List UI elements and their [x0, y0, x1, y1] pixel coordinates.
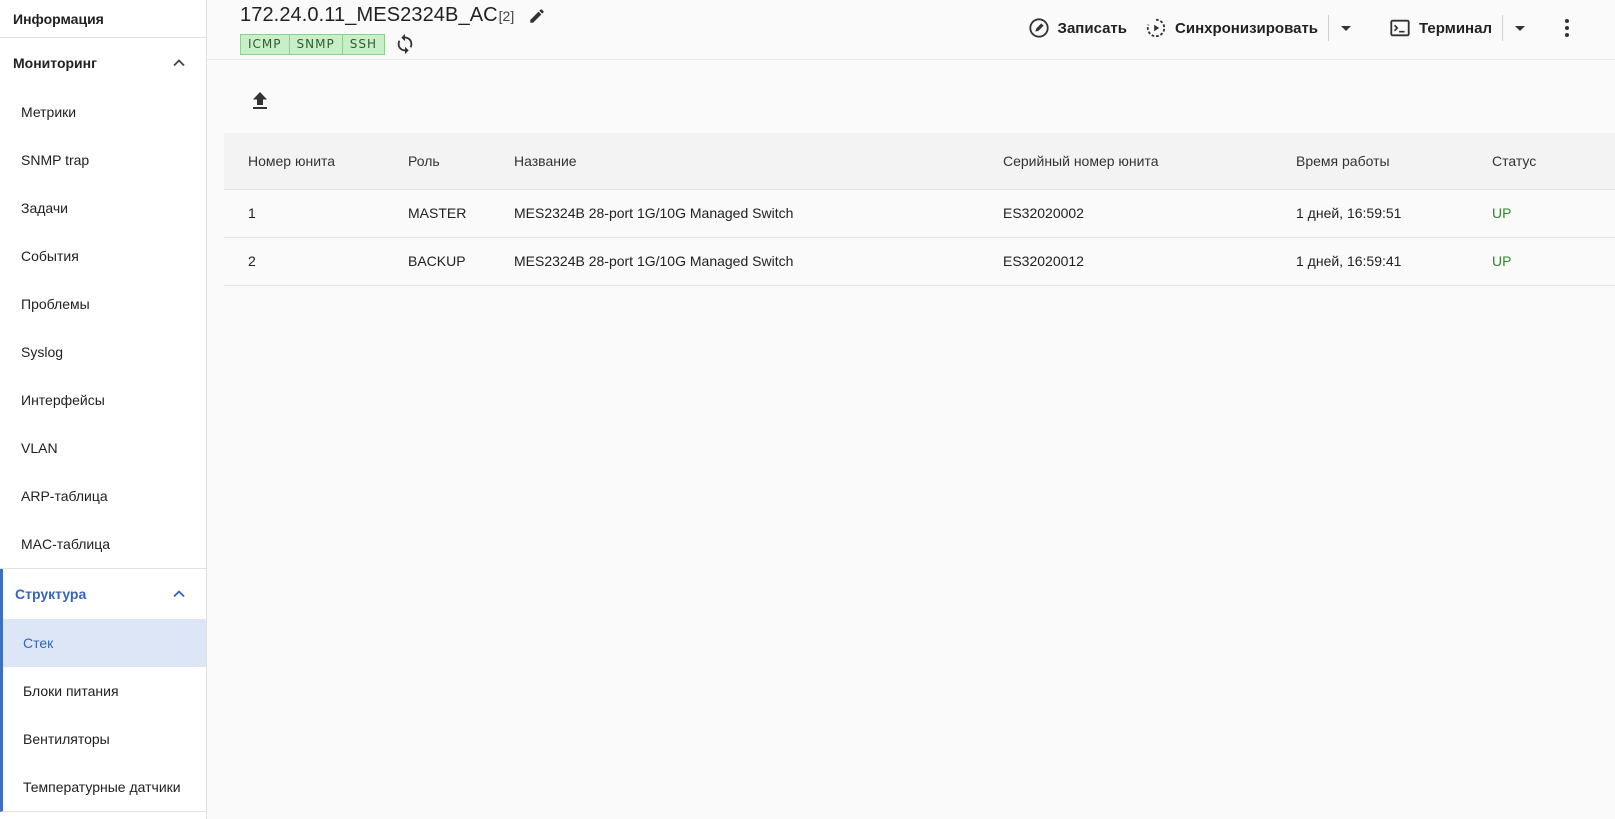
- sidebar-item-label: SNMP trap: [21, 152, 90, 168]
- write-icon: [1028, 18, 1049, 38]
- device-header: 172.24.0.11_MES2324B_AC [2] ICMP SNMP SS…: [207, 0, 1615, 60]
- sidebar-item-info[interactable]: Информация: [0, 0, 206, 38]
- sidebar-item-vlan[interactable]: VLAN: [0, 424, 206, 472]
- sidebar-item-label: Температурные датчики: [23, 779, 181, 795]
- table-header-row: Номер юнита Роль Название Серийный номер…: [224, 133, 1615, 190]
- ssh-badge: SSH: [342, 33, 385, 55]
- col-serial[interactable]: Серийный номер юнита: [1003, 133, 1296, 190]
- terminal-dropdown-icon[interactable]: [1513, 21, 1527, 35]
- icmp-badge: ICMP: [240, 33, 290, 55]
- sidebar: Информация Мониторинг Метрики SNMP trap …: [0, 0, 207, 819]
- sidebar-item-interfaces[interactable]: Интерфейсы: [0, 376, 206, 424]
- sidebar-item-snmp-trap[interactable]: SNMP trap: [0, 136, 206, 184]
- sidebar-item-arp-table[interactable]: ARP-таблица: [0, 472, 206, 520]
- more-vert-icon[interactable]: [1557, 17, 1577, 39]
- cell-uptime: 1 дней, 16:59:41: [1296, 237, 1492, 286]
- sidebar-item-syslog[interactable]: Syslog: [0, 328, 206, 376]
- cell-unit: 2: [224, 237, 408, 286]
- header-actions: Записать Синхронизировать Терминал: [1028, 13, 1615, 43]
- sync-icon: [1146, 18, 1166, 38]
- table-row[interactable]: 1 MASTER MES2324B 28-port 1G/10G Managed…: [224, 189, 1615, 238]
- write-button-label: Записать: [1057, 19, 1128, 37]
- chevron-up-icon: [173, 59, 185, 67]
- sync-button-label: Синхронизировать: [1175, 19, 1319, 37]
- col-status[interactable]: Статус: [1492, 133, 1615, 190]
- divider: [1502, 15, 1503, 41]
- terminal-button-label: Терминал: [1419, 19, 1492, 37]
- sidebar-item-label: Метрики: [21, 104, 77, 120]
- snmp-badge: SNMP: [289, 33, 343, 55]
- cell-role: MASTER: [408, 189, 514, 238]
- protocol-badges: ICMP SNMP SSH: [240, 33, 416, 55]
- cell-serial: ES32020002: [1003, 189, 1296, 238]
- sidebar-item-fans[interactable]: Вентиляторы: [3, 715, 206, 763]
- terminal-icon: [1390, 19, 1410, 37]
- cell-unit: 1: [224, 189, 408, 238]
- sidebar-item-label: Информация: [13, 10, 104, 27]
- refresh-icon[interactable]: [394, 33, 416, 55]
- cell-status: UP: [1492, 237, 1615, 286]
- sync-dropdown-icon[interactable]: [1339, 21, 1353, 35]
- sidebar-item-label: Задачи: [21, 200, 69, 216]
- write-button[interactable]: Записать: [1028, 17, 1127, 39]
- table-row[interactable]: 2 BACKUP MES2324B 28-port 1G/10G Managed…: [224, 237, 1615, 286]
- sidebar-group-title: Структура: [15, 586, 87, 602]
- sidebar-item-label: Вентиляторы: [23, 731, 110, 747]
- sidebar-item-events[interactable]: События: [0, 232, 206, 280]
- sidebar-group-monitoring-header[interactable]: Мониторинг: [0, 38, 206, 88]
- sidebar-item-problems[interactable]: Проблемы: [0, 280, 206, 328]
- divider: [1328, 15, 1330, 41]
- chevron-up-icon: [173, 590, 185, 598]
- device-title-row: 172.24.0.11_MES2324B_AC [2]: [240, 4, 546, 27]
- sidebar-item-label: Стек: [23, 635, 54, 651]
- sidebar-item-label: MAC-таблица: [21, 536, 110, 552]
- col-uptime[interactable]: Время работы: [1296, 133, 1492, 190]
- sidebar-item-label: ARP-таблица: [21, 488, 108, 504]
- cell-name: MES2324B 28-port 1G/10G Managed Switch: [514, 189, 1003, 238]
- sidebar-group-monitoring: Мониторинг Метрики SNMP trap Задачи Собы…: [0, 38, 206, 569]
- sidebar-item-tasks[interactable]: Задачи: [0, 184, 206, 232]
- sidebar-item-power-supplies[interactable]: Блоки питания: [3, 667, 206, 715]
- sidebar-item-label: VLAN: [21, 440, 58, 456]
- sidebar-item-metrics[interactable]: Метрики: [0, 88, 206, 136]
- col-role[interactable]: Роль: [408, 133, 514, 190]
- sync-button[interactable]: Синхронизировать: [1145, 17, 1318, 39]
- cell-status: UP: [1492, 189, 1615, 238]
- stack-table: Номер юнита Роль Название Серийный номер…: [224, 133, 1615, 286]
- device-unit-count: [2]: [498, 8, 515, 24]
- terminal-button[interactable]: Терминал: [1389, 17, 1492, 39]
- device-title: 172.24.0.11_MES2324B_AC: [240, 4, 498, 26]
- sidebar-item-label: Блоки питания: [23, 683, 119, 699]
- sidebar-item-stack[interactable]: Стек: [3, 619, 206, 667]
- col-unit-number[interactable]: Номер юнита: [224, 133, 408, 190]
- sidebar-item-label: Проблемы: [21, 296, 90, 312]
- cell-name: MES2324B 28-port 1G/10G Managed Switch: [514, 237, 1003, 286]
- edit-icon[interactable]: [528, 7, 546, 25]
- sidebar-item-mac-table[interactable]: MAC-таблица: [0, 520, 206, 568]
- upload-icon[interactable]: [250, 90, 270, 112]
- sidebar-item-label: Syslog: [21, 344, 64, 360]
- sidebar-group-structure-header[interactable]: Структура: [3, 569, 206, 619]
- cell-uptime: 1 дней, 16:59:51: [1296, 189, 1492, 238]
- sidebar-item-label: Интерфейсы: [21, 392, 105, 408]
- sidebar-group-title: Мониторинг: [13, 55, 97, 71]
- cell-serial: ES32020012: [1003, 237, 1296, 286]
- sidebar-item-label: События: [21, 248, 79, 264]
- col-name[interactable]: Название: [514, 133, 1003, 190]
- sidebar-item-temperature-sensors[interactable]: Температурные датчики: [3, 763, 206, 811]
- sidebar-group-structure: Структура Стек Блоки питания Вентиляторы…: [0, 569, 206, 812]
- cell-role: BACKUP: [408, 237, 514, 286]
